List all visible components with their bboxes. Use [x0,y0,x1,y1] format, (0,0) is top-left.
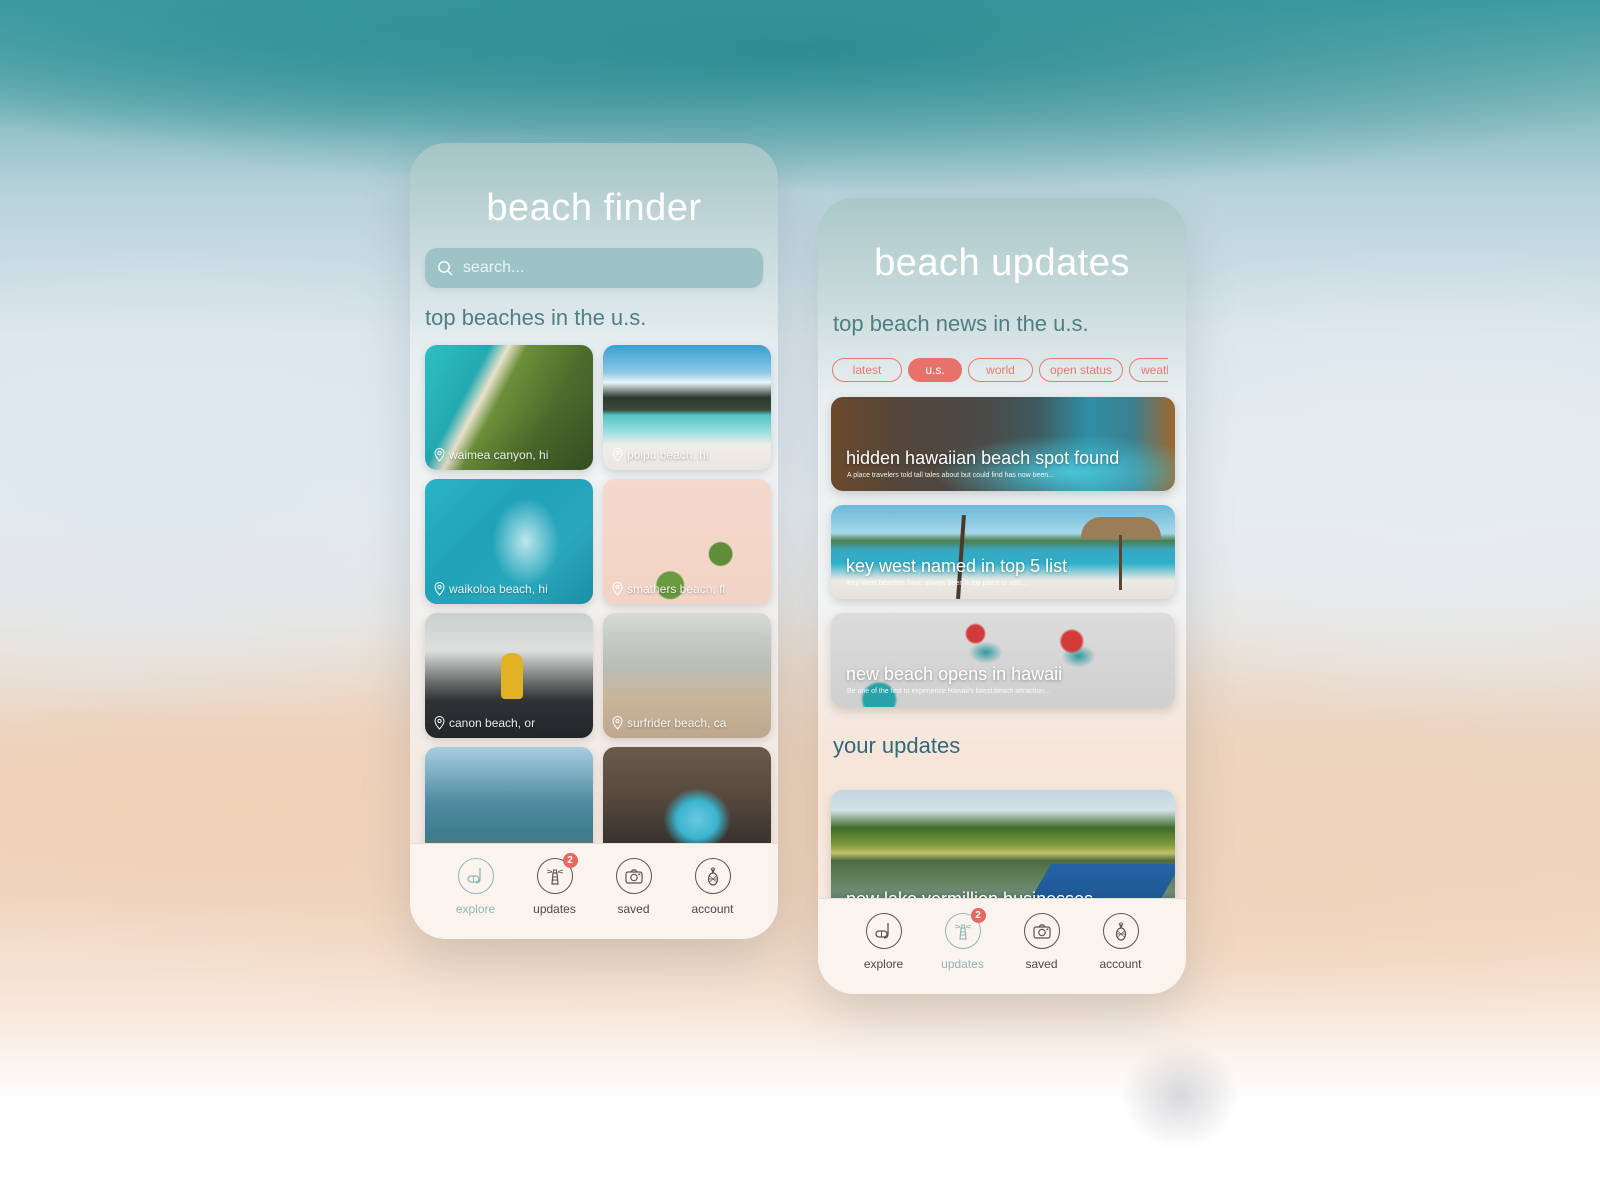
news-card[interactable]: key west named in top 5 list Key West be… [831,505,1175,599]
chip-weather[interactable]: weath [1129,358,1168,382]
chip-open-status[interactable]: open status [1039,358,1123,382]
pineapple-icon [707,867,718,886]
nav-label: account [1099,957,1142,971]
beach-card[interactable]: surfrider beach, ca [603,613,771,738]
news-headline: hidden hawaiian beach spot found [846,448,1120,468]
nav-label: saved [617,902,650,916]
nav-updates[interactable]: 2 updates [927,908,999,994]
chip-world[interactable]: world [968,358,1033,382]
location-pin-icon [612,448,623,462]
notification-badge: 2 [970,908,986,923]
location-pin-icon [434,582,445,596]
beach-name: waimea canyon, hi [449,448,549,462]
section-title: top beach news in the u.s. [833,311,1089,336]
beach-grid: waimea canyon, hi poipu beach, hi waikol… [425,345,771,872]
search-bar[interactable] [425,248,763,288]
nav-account[interactable]: account [1085,913,1157,994]
nav-label: updates [533,902,576,916]
beach-name: smathers beach, fl [627,582,726,596]
camera-icon [1032,924,1051,939]
lighthouse-icon [546,869,563,885]
snorkel-icon [466,868,481,884]
nav-label: account [691,902,734,916]
location-pin-icon [434,716,445,730]
news-headline: key west named in top 5 list [846,556,1068,576]
chip-latest[interactable]: latest [832,358,902,382]
news-summary: Be one of the first to experience Hawaii… [847,688,1050,695]
search-icon [438,261,453,276]
nav-account[interactable]: account [677,858,749,939]
page-title: beach updates [874,242,1130,284]
beach-card[interactable]: smathers beach, fl [603,479,771,604]
nav-label: explore [863,957,904,971]
nav-updates[interactable]: 2 updates [519,853,591,939]
section-title: top beaches in the u.s. [425,305,647,330]
beach-card[interactable]: canon beach, or [425,613,593,738]
beach-name: waikoloa beach, hi [449,582,548,596]
location-pin-icon [434,448,445,462]
photo-umbrella-pole [1119,535,1122,590]
nav-label: explore [455,902,496,916]
news-card[interactable]: new beach opens in hawaii Be one of the … [831,613,1175,707]
nav-label: updates [941,957,984,971]
beach-finder-screen: beach finder top beaches in the u.s. wai… [410,143,778,939]
notification-badge: 2 [562,853,578,868]
news-summary: Key West beaches have always been a top … [847,580,1028,587]
bottom-nav: explore 2 updates saved account [410,843,778,939]
nav-explore[interactable]: explore [440,858,512,939]
page-title: beach finder [486,187,702,229]
camera-icon [624,869,643,884]
beach-card[interactable]: waikoloa beach, hi [425,479,593,604]
chip-us[interactable]: u.s. [908,358,962,382]
news-headline: new beach opens in hawaii [846,664,1063,684]
location-pin-icon [612,716,623,730]
snorkel-icon [874,923,889,939]
beach-updates-screen: beach updates top beach news in the u.s.… [818,198,1186,994]
search-input[interactable] [463,259,743,277]
nav-explore[interactable]: explore [848,913,920,994]
location-pin-icon [612,582,623,596]
bottom-nav: explore 2 updates saved account [818,898,1186,994]
nav-label: saved [1025,957,1058,971]
beach-card[interactable]: poipu beach, hi [603,345,771,470]
beach-name: canon beach, or [449,716,536,730]
photo-figure [501,653,523,699]
pineapple-icon [1115,922,1126,941]
background-blur [1120,1040,1240,1150]
lighthouse-icon [954,924,971,940]
news-card[interactable]: hidden hawaiian beach spot found A place… [831,397,1175,491]
news-summary: A place travelers told tall tales about … [847,472,1055,479]
your-updates-title: your updates [833,733,961,758]
nav-saved[interactable]: saved [1006,913,1078,994]
beach-name: poipu beach, hi [627,448,709,462]
nav-saved[interactable]: saved [598,858,670,939]
filter-chips: latest u.s. world open status weath [832,358,1168,384]
beach-name: surfrider beach, ca [627,716,727,730]
beach-card[interactable]: waimea canyon, hi [425,345,593,470]
